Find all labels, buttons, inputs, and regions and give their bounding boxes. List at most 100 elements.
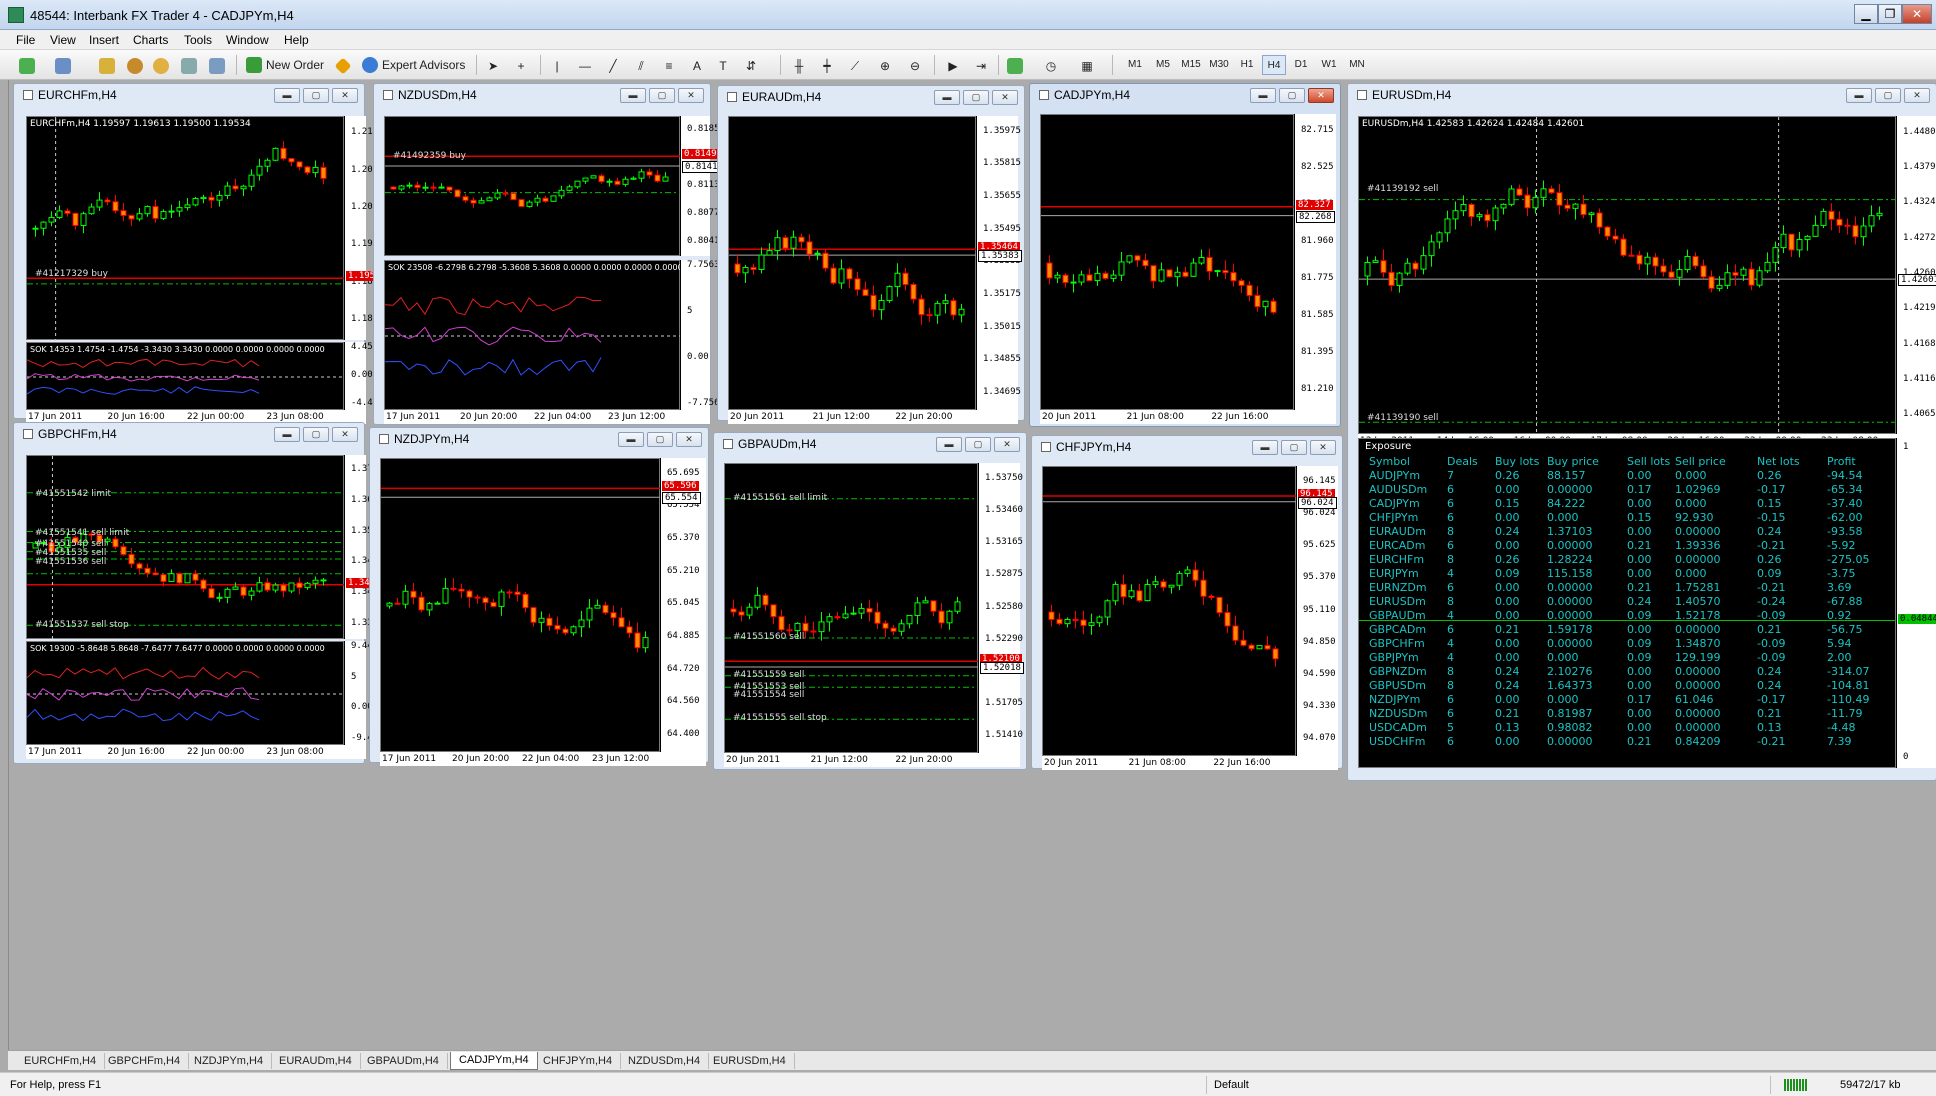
chart-minimize-icon[interactable]: ▬	[274, 88, 300, 103]
order-label[interactable]: #41551559 sell	[733, 670, 804, 680]
menu-tools[interactable]: Tools	[184, 33, 212, 47]
chart-close-icon[interactable]: ✕	[1308, 88, 1334, 103]
order-label[interactable]: #41139192 sell	[1367, 184, 1438, 194]
chart-window-gbpaud[interactable]: GBPAUDm,H4 ▬ ▢ ✕ #41551561 sell limit #4155…	[713, 432, 1027, 770]
time-axis[interactable]: 17 Jun 2011 20 Jun 16:00 22 Jun 00:00 23 Ju…	[26, 745, 366, 759]
chart-window-eurusd[interactable]: EURUSDm,H4 ▬ ▢ ✕ EURUSDm,H4 1.42583 1.4262…	[1347, 83, 1936, 781]
chart-minimize-icon[interactable]: ▬	[1846, 88, 1872, 103]
time-axis[interactable]: 20 Jun 2011 21 Jun 12:00 22 Jun 20:00	[724, 753, 1020, 767]
menu-charts[interactable]: Charts	[133, 33, 168, 47]
order-label[interactable]: #41139190 sell	[1367, 413, 1438, 423]
chart-maximize-icon[interactable]: ▢	[1875, 88, 1901, 103]
fibonacci-icon[interactable]: ≡	[658, 55, 680, 75]
tab-gbpaud[interactable]: GBPAUDm,H4	[359, 1053, 448, 1069]
timeframe-d1[interactable]: D1	[1290, 55, 1312, 75]
order-label[interactable]: #41551536 sell	[35, 557, 106, 567]
chart-window-titlebar[interactable]: CHFJPYm,H4 ▬ ▢ ✕	[1038, 436, 1342, 458]
chart-close-icon[interactable]: ✕	[992, 90, 1018, 105]
timeframe-w1[interactable]: W1	[1318, 55, 1340, 75]
price-chart-area[interactable]: #41551561 sell limit #41551560 sell #41551…	[724, 463, 979, 753]
menu-view[interactable]: View	[50, 33, 76, 47]
order-label[interactable]: #41551560 sell	[733, 632, 804, 642]
chart-close-icon[interactable]: ✕	[332, 88, 358, 103]
price-axis[interactable]: 0.818500.814170.811300.807700.804100.814…	[680, 116, 726, 256]
chart-minimize-icon[interactable]: ▬	[620, 88, 646, 103]
tab-nzdusd[interactable]: NZDUSDm,H4	[620, 1053, 710, 1069]
price-axis[interactable]: 1.359751.358151.356551.354951.353351.351…	[976, 116, 1022, 410]
chart-window-titlebar[interactable]: EURAUDm,H4 ▬ ▢ ✕	[724, 86, 1024, 108]
chart-minimize-icon[interactable]: ▬	[934, 90, 960, 105]
chart-window-gbpchf[interactable]: GBPCHFm,H4 ▬ ▢ ✕ #41551542 limit #41551541 …	[13, 422, 389, 764]
indicator-pane[interactable]: SOK 19300 -5.8648 5.8648 -7.6477 7.6477 …	[26, 641, 345, 745]
auto-scroll-icon[interactable]: ▶	[942, 55, 964, 75]
price-chart-area[interactable]: EURUSDm,H4 1.42583 1.42624 1.42484 1.426…	[1358, 116, 1897, 435]
profiles-icon[interactable]	[52, 55, 74, 75]
chart-window-eurchf[interactable]: EURCHFm,H4 ▬ ▢ ✕ EURCHFm,H4 1.19597 1.1961…	[13, 83, 389, 424]
horizontal-line-icon[interactable]: —	[574, 55, 596, 75]
chart-window-euraud[interactable]: EURAUDm,H4 ▬ ▢ ✕ 1.35975 1.35815 1.35655 1.35…	[717, 85, 1025, 424]
chart-shift-icon[interactable]: ⇥	[970, 55, 992, 75]
chart-minimize-icon[interactable]: ▬	[1250, 88, 1276, 103]
tab-cadjpy[interactable]: CADJPYm,H4	[450, 1052, 538, 1070]
price-axis[interactable]: 1.53750 1.53460 1.53165 1.52875 1.52580 1.522…	[978, 463, 1024, 753]
channel-icon[interactable]: ⫽	[630, 55, 652, 75]
exposure-pane[interactable]: Exposure Symbol Deals Buy lots Buy price Sell…	[1358, 438, 1897, 768]
order-label[interactable]: #41551555 sell stop	[733, 713, 827, 723]
order-label[interactable]: #41551542 limit	[35, 489, 111, 499]
order-label[interactable]: #41492359 buy	[393, 151, 466, 161]
cursor-icon[interactable]: ➤	[482, 55, 504, 75]
chart-window-titlebar[interactable]: GBPAUDm,H4 ▬ ▢ ✕	[720, 433, 1026, 455]
time-axis[interactable]: 17 Jun 2011 20 Jun 20:00 22 Jun 04:00 23 Ju…	[380, 752, 706, 766]
tab-eurusd[interactable]: EURUSDm,H4	[705, 1053, 795, 1069]
indicator-pane[interactable]: SOK 23508 -6.2798 6.2798 -5.3608 5.3608 …	[384, 260, 683, 410]
price-axis[interactable]: 1.371501.364101.356901.349501.342031.334…	[344, 455, 389, 639]
new-chart-icon[interactable]	[16, 55, 38, 75]
expert-advisors-button[interactable]: Expert Advisors	[360, 55, 469, 75]
order-label[interactable]: #41217329 buy	[35, 269, 108, 279]
chart-window-titlebar[interactable]: CADJPYm,H4 ▬ ▢ ✕	[1036, 84, 1340, 106]
timeframe-m30[interactable]: M30	[1206, 55, 1232, 75]
close-window-icon[interactable]: ✕	[1902, 4, 1932, 24]
price-chart-area[interactable]	[1040, 114, 1295, 410]
chart-window-titlebar[interactable]: GBPCHFm,H4 ▬ ▢ ✕	[20, 423, 364, 445]
chart-window-titlebar[interactable]: NZDUSDm,H4 ▬ ▢ ✕	[380, 84, 710, 106]
chart-close-icon[interactable]: ✕	[994, 437, 1020, 452]
price-chart-area[interactable]: #41492359 buy	[384, 116, 681, 256]
price-chart-area[interactable]	[380, 458, 661, 752]
chart-maximize-icon[interactable]: ▢	[647, 432, 673, 447]
time-axis[interactable]: 17 Jun 2011 20 Jun 20:00 22 Jun 04:00 23 Ju…	[384, 410, 710, 424]
timeframe-m15[interactable]: M15	[1178, 55, 1204, 75]
chart-window-chfjpy[interactable]: CHFJPYm,H4 ▬ ▢ ✕ 96.145 96.024 95.625 95.370 9…	[1031, 435, 1343, 770]
chart-minimize-icon[interactable]: ▬	[618, 432, 644, 447]
text-icon[interactable]: A	[686, 55, 708, 75]
vertical-line-icon[interactable]: |	[546, 55, 568, 75]
order-label[interactable]: #41551561 sell limit	[733, 493, 827, 503]
candlestick-chart-icon[interactable]: ┿	[816, 55, 838, 75]
periods-icon[interactable]: ◷	[1040, 55, 1062, 75]
chart-minimize-icon[interactable]: ▬	[274, 427, 300, 442]
menu-window[interactable]: Window	[226, 33, 269, 47]
chart-maximize-icon[interactable]: ▢	[965, 437, 991, 452]
timeframe-m5[interactable]: M5	[1152, 55, 1174, 75]
chart-window-cadjpy[interactable]: CADJPYm,H4 ▬▢✕ 82.71582.52582.15081.9608…	[1029, 83, 1341, 427]
time-axis[interactable]: 20 Jun 2011 21 Jun 08:00 22 Jun 16:00	[1042, 756, 1338, 770]
tab-gbpchf[interactable]: GBPCHFm,H4	[100, 1053, 190, 1069]
chart-close-icon[interactable]: ✕	[1904, 88, 1930, 103]
crosshair-icon[interactable]: +	[510, 55, 532, 75]
order-label[interactable]: #41551554 sell	[733, 690, 804, 700]
chart-close-icon[interactable]: ✕	[678, 88, 704, 103]
price-chart-area[interactable]	[728, 116, 977, 410]
tab-nzdjpy[interactable]: NZDJPYm,H4	[186, 1053, 273, 1069]
timeframe-h1[interactable]: H1	[1236, 55, 1258, 75]
price-chart-area[interactable]	[1042, 466, 1297, 756]
tab-chfjpy[interactable]: CHFJPYm,H4	[535, 1053, 622, 1069]
price-axis[interactable]: 65.695 65.554 65.370 65.210 65.045 64.885 64.7…	[660, 458, 706, 752]
menu-file[interactable]: File	[16, 33, 35, 47]
time-axis[interactable]: 20 Jun 2011 21 Jun 12:00 22 Jun 20:00	[728, 410, 1018, 424]
market-watch-icon[interactable]	[96, 55, 118, 75]
chart-close-icon[interactable]: ✕	[1310, 440, 1336, 455]
data-window-icon[interactable]	[124, 55, 146, 75]
price-axis[interactable]: 82.71582.52582.15081.96081.77581.58581.3…	[1294, 114, 1336, 410]
price-axis[interactable]: 1.44805 1.43795 1.43245 1.42720 1.42601 1.421…	[1896, 116, 1936, 434]
chart-close-icon[interactable]: ✕	[332, 427, 358, 442]
